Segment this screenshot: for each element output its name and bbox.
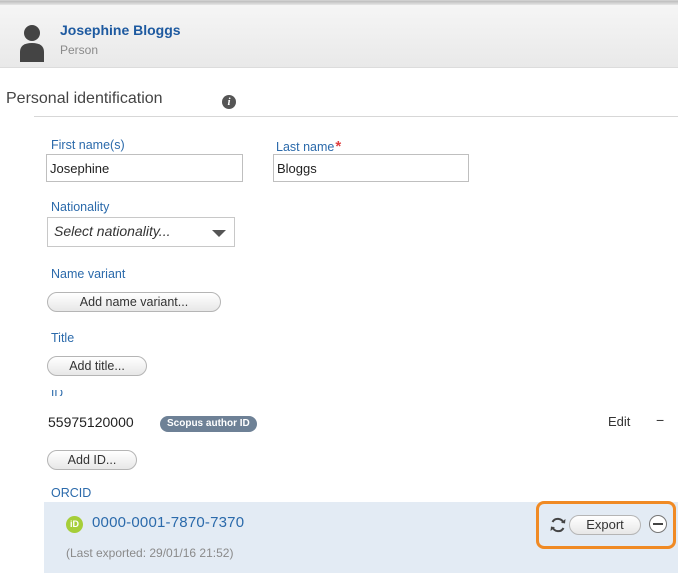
add-title-button[interactable]: Add title...	[47, 356, 147, 376]
name-variant-label: Name variant	[51, 267, 126, 281]
section-divider	[34, 116, 678, 117]
orcid-id-link[interactable]: 0000-0001-7870-7370	[92, 514, 244, 531]
title-label: Title	[51, 331, 75, 345]
person-icon	[20, 25, 44, 62]
section-title: Personal identification	[6, 90, 163, 107]
orcid-label: ORCID	[51, 486, 92, 500]
minus-icon	[653, 523, 663, 525]
last-name-label: Last name*	[276, 138, 341, 155]
required-asterisk: *	[335, 138, 342, 155]
edit-id-link[interactable]: Edit	[608, 414, 630, 429]
orcid-icon: iD	[66, 516, 83, 533]
person-name[interactable]: Josephine Bloggs	[60, 22, 181, 38]
first-name-field[interactable]: Josephine	[46, 154, 243, 182]
orcid-last-exported: (Last exported: 29/01/16 21:52)	[66, 546, 234, 560]
id-value: 55975120000	[48, 414, 134, 430]
id-label: ID	[51, 390, 63, 396]
remove-orcid-button[interactable]	[649, 515, 667, 533]
nationality-select-value[interactable]: Select nationality...	[54, 223, 170, 239]
last-name-field[interactable]: Bloggs	[273, 154, 469, 182]
person-type: Person	[60, 43, 99, 57]
export-button[interactable]: Export	[569, 515, 641, 535]
remove-id-button[interactable]: −	[656, 412, 664, 428]
header-top-shadow	[0, 1, 678, 5]
first-name-label: First name(s)	[51, 138, 125, 152]
add-id-button[interactable]: Add ID...	[47, 450, 137, 470]
nationality-label: Nationality	[51, 200, 110, 214]
info-icon[interactable]: i	[222, 95, 236, 109]
add-name-variant-button[interactable]: Add name variant...	[47, 292, 221, 312]
last-name-label-text: Last name	[276, 140, 335, 154]
refresh-icon[interactable]	[549, 516, 567, 534]
chevron-down-icon[interactable]	[212, 230, 226, 237]
scopus-author-id-badge: Scopus author ID	[160, 416, 257, 432]
